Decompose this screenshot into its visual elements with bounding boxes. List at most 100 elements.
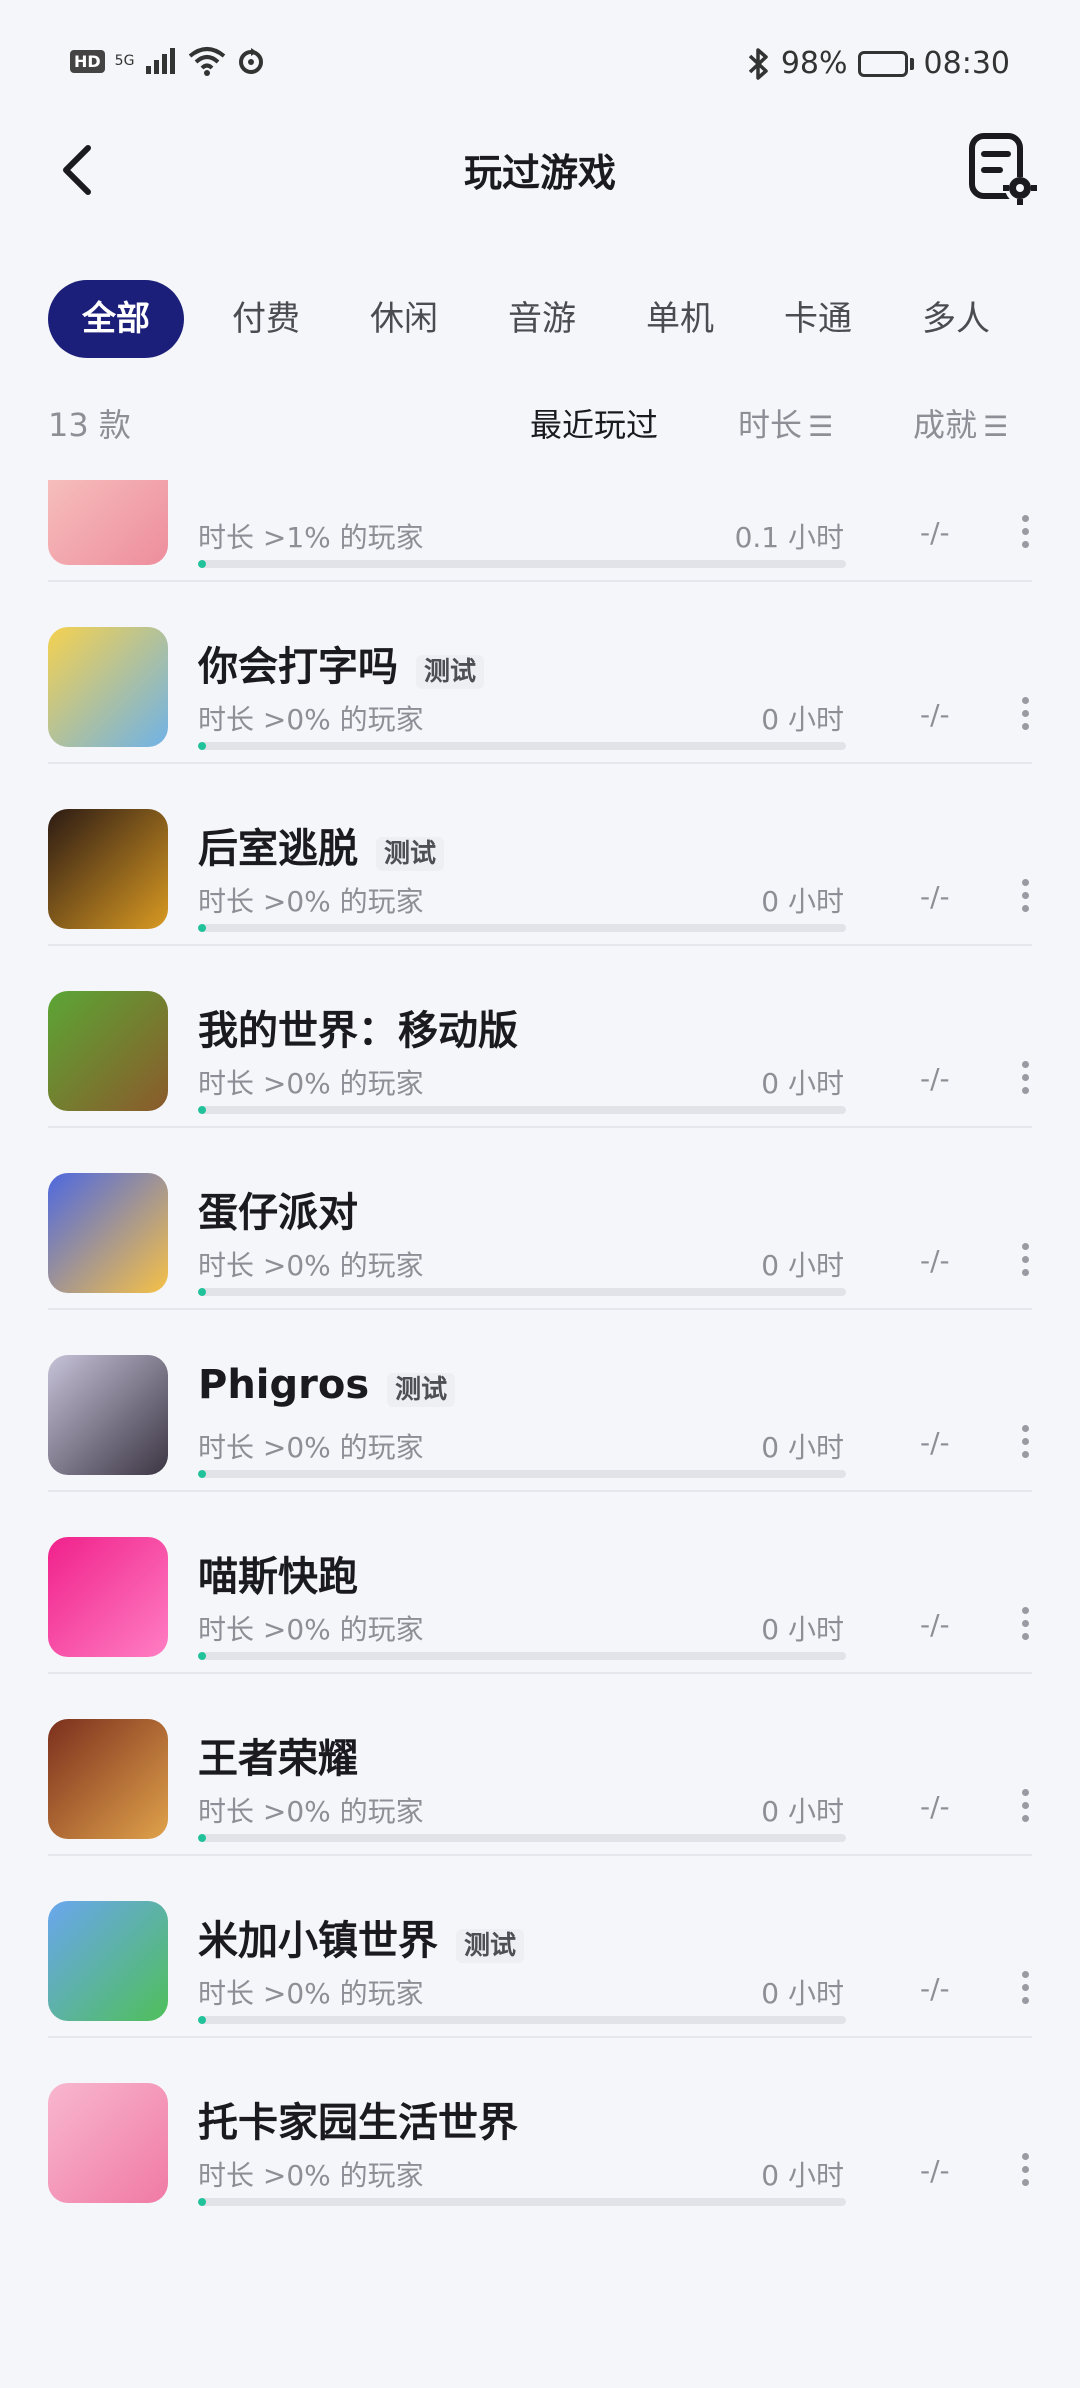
playtime-progress-fill	[198, 742, 206, 750]
more-options-icon[interactable]	[1020, 1607, 1032, 1647]
header: 玩过游戏	[0, 120, 1080, 220]
hd-badge: HD	[70, 49, 105, 73]
game-row[interactable]: 王者荣耀 时长 >0% 的玩家 0 小时 -/-	[0, 1674, 1080, 1856]
playtime-progress-fill	[198, 1288, 206, 1296]
playtime-progress-fill	[198, 1470, 206, 1478]
status-time: 08:30	[923, 46, 1010, 81]
sort-achievement-label: 成就	[913, 406, 978, 444]
game-icon-partial[interactable]	[48, 480, 168, 565]
play-hours: 0 小时	[761, 1795, 844, 1828]
achievement-count: -/-	[920, 1790, 950, 1823]
test-badge: 测试	[416, 654, 485, 689]
playtime-progress-fill	[198, 1106, 206, 1114]
game-name-line[interactable]: 米加小镇世界 测试	[198, 1908, 525, 1966]
more-options-icon[interactable]	[1020, 515, 1032, 555]
game-name: 我的世界：移动版	[198, 1008, 518, 1054]
playtime-progress-fill	[198, 2016, 206, 2024]
tab-single-player[interactable]: 单机	[616, 280, 744, 358]
playtime-progress-bar	[198, 1834, 846, 1842]
game-name: 你会打字吗	[198, 644, 398, 690]
miga-town-icon[interactable]	[48, 1901, 168, 2021]
tab-music[interactable]: 音游	[478, 280, 606, 358]
achievement-count: -/-	[920, 1244, 950, 1277]
playtime-progress-fill	[198, 1834, 206, 1842]
achievement-count: -/-	[920, 2154, 950, 2187]
playtime-percentile: 时长 >0% 的玩家	[198, 703, 424, 736]
test-badge: 测试	[376, 836, 445, 871]
tab-all[interactable]: 全部	[48, 280, 184, 358]
game-count: 13 款	[48, 406, 131, 444]
play-hours: 0 小时	[761, 1067, 844, 1100]
backrooms-icon[interactable]	[48, 809, 168, 929]
game-name: Phigros	[198, 1362, 370, 1408]
status-left: HD 5G	[70, 46, 266, 76]
playtime-percentile: 时长 >0% 的玩家	[198, 1067, 424, 1100]
more-options-icon[interactable]	[1020, 1061, 1032, 1101]
more-options-icon[interactable]	[1020, 1789, 1032, 1829]
tab-cartoon[interactable]: 卡通	[754, 280, 882, 358]
playtime-progress-bar	[198, 742, 846, 750]
game-name-line[interactable]: 你会打字吗 测试	[198, 634, 485, 692]
category-tabs: 全部 付费 休闲 音游 单机 卡通 多人	[48, 280, 1030, 358]
sort-duration[interactable]: 时长 ☰	[738, 400, 833, 446]
game-name: 后室逃脱	[198, 826, 358, 872]
minecraft-icon[interactable]	[48, 991, 168, 1111]
achievement-count: -/-	[920, 698, 950, 731]
playtime-progress-fill	[198, 2198, 206, 2206]
game-row[interactable]: 时长 >1% 的玩家 0.1 小时 -/-	[0, 480, 1080, 582]
game-name-line[interactable]: 后室逃脱 测试	[198, 816, 445, 874]
game-row[interactable]: 蛋仔派对 时长 >0% 的玩家 0 小时 -/-	[0, 1128, 1080, 1310]
sort-recent-played[interactable]: 最近玩过	[530, 400, 658, 446]
sync-icon	[239, 48, 264, 74]
achievement-count: -/-	[920, 1972, 950, 2005]
play-hours: 0 小时	[761, 1431, 844, 1464]
game-row[interactable]: 米加小镇世界 测试 时长 >0% 的玩家 0 小时 -/-	[0, 1856, 1080, 2038]
muse-dash-icon[interactable]	[48, 1537, 168, 1657]
eggy-party-icon[interactable]	[48, 1173, 168, 1293]
page-title: 玩过游戏	[463, 151, 616, 195]
game-name-line[interactable]: Phigros 测试	[198, 1362, 456, 1408]
toca-life-icon[interactable]	[48, 2083, 168, 2203]
playtime-percentile: 时长 >0% 的玩家	[198, 2159, 424, 2192]
more-options-icon[interactable]	[1020, 1243, 1032, 1283]
playtime-progress-bar	[198, 1288, 846, 1296]
game-name-line[interactable]: 我的世界：移动版	[198, 998, 518, 1056]
phigros-icon[interactable]	[48, 1355, 168, 1475]
game-name-line[interactable]: 蛋仔派对	[198, 1180, 358, 1238]
game-row[interactable]: 我的世界：移动版 时长 >0% 的玩家 0 小时 -/-	[0, 946, 1080, 1128]
more-options-icon[interactable]	[1020, 2153, 1032, 2193]
more-options-icon[interactable]	[1020, 697, 1032, 737]
game-row[interactable]: 你会打字吗 测试时长 >0% 的玩家 0 小时 -/-	[0, 582, 1080, 764]
status-bar: HD 5G 98% 08:30	[0, 0, 1080, 130]
tab-casual[interactable]: 休闲	[340, 280, 468, 358]
play-hours: 0 小时	[761, 2159, 844, 2192]
sort-icon: ☰	[808, 410, 834, 443]
sort-bar: 13 款 最近玩过 时长 ☰ 成就 ☰	[48, 390, 1032, 450]
more-options-icon[interactable]	[1020, 1971, 1032, 2011]
battery-percent: 98%	[780, 46, 848, 81]
honor-of-kings-icon[interactable]	[48, 1719, 168, 1839]
more-options-icon[interactable]	[1020, 879, 1032, 919]
playtime-percentile: 时长 >0% 的玩家	[198, 1613, 424, 1646]
game-row[interactable]: 喵斯快跑 时长 >0% 的玩家 0 小时 -/-	[0, 1492, 1080, 1674]
more-options-icon[interactable]	[1020, 1425, 1032, 1465]
tab-paid[interactable]: 付费	[202, 280, 330, 358]
game-row[interactable]: 托卡家园生活世界时长 >0% 的玩家 0 小时 -/-	[0, 2038, 1080, 2210]
play-hours: 0 小时	[761, 703, 844, 736]
sort-achievement[interactable]: 成就 ☰	[913, 400, 1008, 446]
list-settings-icon[interactable]	[968, 132, 1040, 208]
game-row[interactable]: 后室逃脱 测试 时长 >0% 的玩家 0 小时 -/-	[0, 764, 1080, 946]
playtime-progress-fill	[198, 1652, 206, 1660]
game-name-line[interactable]: 王者荣耀	[198, 1726, 358, 1784]
playtime-progress-fill	[198, 924, 206, 932]
typing-game-icon[interactable]	[48, 627, 168, 747]
achievement-count: -/-	[920, 1426, 950, 1459]
battery-icon	[857, 50, 914, 77]
sort-icon: ☰	[983, 410, 1009, 443]
game-name-line[interactable]: 托卡家园生活世界	[198, 2090, 518, 2148]
game-name-line[interactable]: 喵斯快跑	[198, 1544, 358, 1602]
tab-multiplayer[interactable]: 多人	[892, 280, 1020, 358]
playtime-progress-bar	[198, 1470, 846, 1478]
game-name: 托卡家园生活世界	[198, 2100, 518, 2146]
game-row[interactable]: Phigros 测试 时长 >0% 的玩家 0 小时 -/-	[0, 1310, 1080, 1492]
